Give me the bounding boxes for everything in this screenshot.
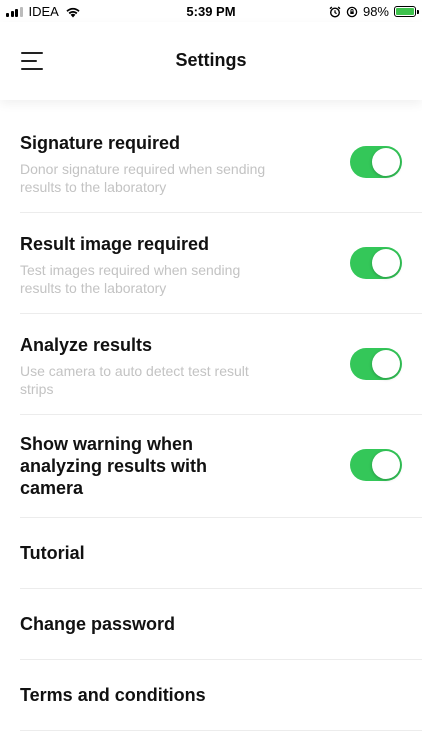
toggle-knob (372, 148, 400, 176)
status-right: 98% (329, 4, 419, 19)
show-warning-toggle[interactable] (350, 449, 402, 481)
alarm-icon (329, 6, 341, 18)
toggle-knob (372, 451, 400, 479)
battery-percent: 98% (362, 4, 389, 19)
analyze-results-toggle[interactable] (350, 348, 402, 380)
setting-title: Analyze results (20, 335, 153, 355)
tutorial-link[interactable]: Tutorial (20, 518, 422, 589)
setting-analyze-results: Analyze results Use camera to auto detec… (20, 314, 422, 415)
terms-and-conditions-link[interactable]: Terms and conditions (20, 660, 422, 731)
setting-title: Result image required (20, 234, 210, 254)
setting-title: Show warning when analyzing results with… (20, 434, 208, 498)
battery-level (396, 8, 414, 15)
rotation-lock-icon (346, 6, 358, 17)
result-image-required-toggle[interactable] (350, 247, 402, 279)
setting-signature-required: Signature required Donor signature requi… (20, 112, 422, 213)
setting-description: Use camera to auto detect test result st… (20, 363, 249, 397)
page-title: Settings (175, 50, 247, 70)
setting-title: Signature required (20, 133, 181, 153)
app-header: Settings (0, 22, 422, 100)
setting-show-warning: Show warning when analyzing results with… (20, 415, 422, 518)
settings-screen: IDEA 5:39 PM 98% Settings Signature requ… (0, 0, 422, 750)
toggle-knob (372, 249, 400, 277)
setting-result-image-required: Result image required Test images requir… (20, 213, 422, 314)
setting-description: Donor signature required when sending re… (20, 161, 266, 195)
link-label: Tutorial (20, 543, 85, 563)
status-bar: IDEA 5:39 PM 98% (0, 0, 422, 22)
change-password-link[interactable]: Change password (20, 589, 422, 660)
setting-description: Test images required when sending result… (20, 262, 241, 296)
link-label: Terms and conditions (20, 685, 206, 705)
toggle-knob (372, 350, 400, 378)
link-label: Change password (20, 614, 176, 634)
battery-icon (394, 6, 419, 17)
settings-list: Signature required Donor signature requi… (0, 112, 422, 731)
signature-required-toggle[interactable] (350, 146, 402, 178)
